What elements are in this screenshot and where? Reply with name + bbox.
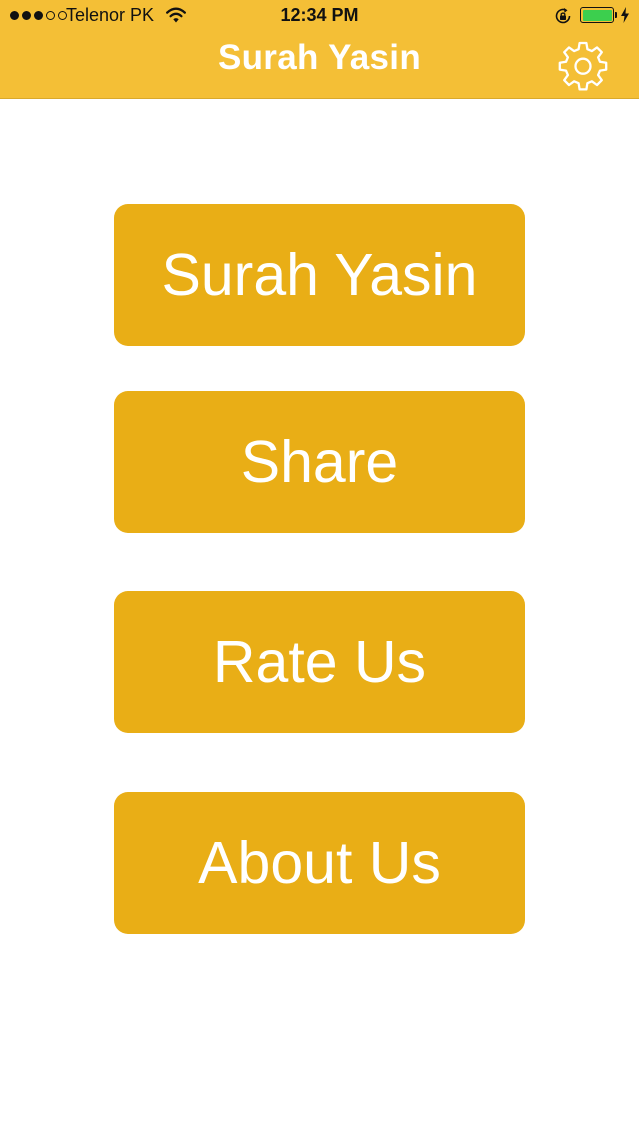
battery-icon (580, 7, 614, 23)
about-us-button[interactable]: About Us (114, 792, 525, 934)
rate-us-button[interactable]: Rate Us (114, 591, 525, 733)
navigation-bar: Telenor PK 12:34 PM Surah Yasin (0, 0, 639, 99)
settings-button[interactable] (557, 39, 609, 91)
app-screen: Telenor PK 12:34 PM Surah Yasin Surah Ya… (0, 0, 639, 1136)
battery-level-fill (582, 9, 612, 21)
rotation-lock-icon (553, 6, 573, 31)
charging-bolt-icon (620, 6, 630, 29)
status-bar: Telenor PK 12:34 PM (0, 0, 639, 32)
share-button[interactable]: Share (114, 391, 525, 533)
surah-yasin-button[interactable]: Surah Yasin (114, 204, 525, 346)
gear-icon (558, 41, 608, 91)
battery-tip (615, 12, 617, 18)
page-title: Surah Yasin (217, 38, 422, 77)
status-time: 12:34 PM (280, 5, 359, 25)
